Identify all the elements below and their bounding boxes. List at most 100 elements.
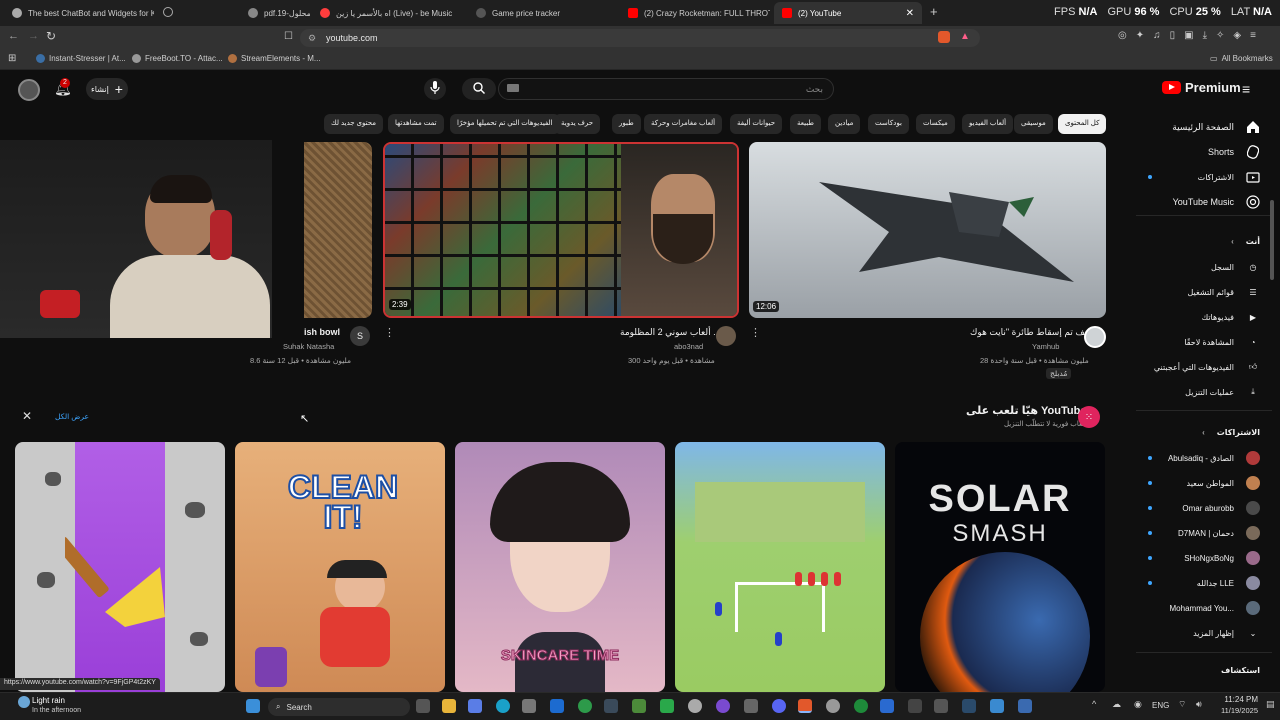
keyboard-icon[interactable] <box>507 84 519 92</box>
app-icon[interactable] <box>934 699 948 713</box>
edge-icon[interactable] <box>496 699 510 713</box>
app-icon[interactable] <box>990 699 1004 713</box>
search-input[interactable]: بحث <box>498 78 834 100</box>
reload-icon[interactable]: ↻ <box>46 29 56 43</box>
youtube-logo[interactable]: Premium <box>1162 80 1241 95</box>
channel-avatar[interactable] <box>716 326 736 346</box>
clock-time[interactable]: 11:24 PM <box>1218 695 1258 704</box>
notification-center-icon[interactable]: ▤ <box>1266 699 1275 710</box>
game-card[interactable]: CLEAN IT! <box>235 442 445 692</box>
sidebar-sub-item[interactable]: جدالله LLE <box>1197 571 1260 595</box>
discord-icon[interactable] <box>772 699 786 713</box>
sidebar-item-watch-later[interactable]: المشاهدة لاحقًا ◔ <box>1184 330 1260 354</box>
xbox-icon[interactable] <box>854 699 868 713</box>
chip[interactable]: حرف يدوية <box>554 114 601 134</box>
mail-icon[interactable] <box>550 699 564 713</box>
sidebar-sub-item[interactable]: SHoNgxBoNg <box>1184 546 1260 570</box>
site-info-icon[interactable]: ⚙ <box>308 29 316 47</box>
video-thumbnail[interactable] <box>304 142 372 318</box>
channel-avatar[interactable]: S <box>350 326 370 346</box>
chip[interactable]: ألعاب الفيديو <box>962 114 1014 134</box>
sidebar-item-home[interactable]: الصفحة الرئيسية <box>1172 115 1260 139</box>
back-icon[interactable]: ← <box>8 30 19 42</box>
tray-chevron-icon[interactable]: ^ <box>1092 699 1096 709</box>
wifi-icon[interactable]: ⌔ <box>1178 699 1186 710</box>
hamburger-menu-icon[interactable]: ≡ <box>1242 81 1250 97</box>
url-field[interactable]: ⚙ youtube.com <box>300 29 980 47</box>
bookmark-item[interactable]: FreeBoot.TO - Attac... <box>132 54 223 63</box>
sidebar-item-downloads[interactable]: عمليات التنزيل ⤓ <box>1185 380 1260 404</box>
brave-shield-icon[interactable] <box>938 31 950 43</box>
voice-search-button[interactable] <box>424 78 446 100</box>
chip[interactable]: بودكاست <box>868 114 909 134</box>
chip[interactable]: موسيقى <box>1014 114 1053 134</box>
channel-avatar[interactable] <box>1084 326 1106 348</box>
sidebar-toggle-icon[interactable]: ▯ <box>1170 30 1176 41</box>
sidebar-heading-subscriptions[interactable]: ‹ الاشتراكات <box>1202 420 1260 444</box>
sidebar-item-history[interactable]: السجل ◷ <box>1211 255 1260 279</box>
app-icon[interactable] <box>604 699 618 713</box>
forward-icon[interactable]: → <box>28 30 39 42</box>
menu-icon[interactable]: ≡ <box>1250 30 1256 41</box>
store-icon[interactable] <box>522 699 536 713</box>
sidebar-sub-item[interactable]: Abulsadiq - الصادق <box>1168 446 1260 470</box>
browser-tab[interactable]: Game price tracker <box>468 2 618 24</box>
app-icon[interactable] <box>688 699 702 713</box>
video-title[interactable]: ish bowl <box>304 327 340 337</box>
sidebar-scrollbar[interactable] <box>1270 200 1274 280</box>
chip[interactable]: ميكسات <box>916 114 955 134</box>
app-icon[interactable] <box>1018 699 1032 713</box>
browser-tab[interactable]: pdf.محلول-19 <box>240 2 310 24</box>
wallet-icon[interactable]: ▣ <box>1184 30 1193 41</box>
app-icon[interactable] <box>716 699 730 713</box>
chip[interactable]: تمت مشاهدتها <box>388 114 444 134</box>
search-button[interactable] <box>462 78 496 100</box>
app-icon[interactable] <box>826 699 840 713</box>
more-options-icon[interactable]: ⋮ <box>384 326 395 339</box>
close-tab-icon[interactable]: ✕ <box>906 8 914 19</box>
sidebar-sub-item[interactable]: Omar aburobb <box>1182 496 1260 520</box>
rewards-icon[interactable]: ▲ <box>960 31 970 42</box>
browser-tab[interactable]: اه بالأسمر يا زين (Live) - be Music <box>312 2 462 24</box>
avatar[interactable] <box>18 79 40 101</box>
new-tab-icon[interactable]: + <box>930 4 938 19</box>
sidebar-sub-item[interactable]: Mohammad You... <box>1170 596 1260 620</box>
sidebar-item-your-videos[interactable]: فيديوهاتك ▶ <box>1202 305 1260 329</box>
app-icon[interactable] <box>578 699 592 713</box>
chip[interactable]: الفيديوهات التي تم تحميلها مؤخرًا <box>450 114 560 134</box>
channel-name[interactable]: abo3nad <box>674 342 703 351</box>
sidebar-item-subscriptions[interactable]: الاشتراكات <box>1198 165 1260 189</box>
sidebar-heading-you[interactable]: ‹ أنت <box>1231 229 1260 253</box>
show-all-link[interactable]: عرض الكل <box>55 412 89 421</box>
chip[interactable]: ألعاب مغامرات وحركة <box>644 114 723 134</box>
video-title[interactable]: ألعاب سوني 2 المظلومة .. <box>620 327 718 338</box>
download-icon[interactable]: ⤓ <box>1203 30 1207 41</box>
sidebar-heading-explore[interactable]: استكشاف <box>1221 658 1260 682</box>
steam-icon[interactable] <box>962 699 976 713</box>
channel-name[interactable]: Suhak Natasha <box>283 342 334 351</box>
game-card[interactable]: SKINCARE TIME <box>455 442 665 692</box>
sidebar-item-shorts[interactable]: Shorts <box>1208 140 1260 164</box>
video-thumbnail[interactable]: 12:06 <box>749 142 1106 318</box>
extension-icon[interactable]: ◎ <box>1118 30 1127 41</box>
extension-icon[interactable]: ✧ <box>1216 30 1224 41</box>
network-icon[interactable]: ☁ <box>1112 699 1121 710</box>
browser-tab[interactable]: (2) Crazy Rocketman: FULL THROTTL <box>620 2 770 24</box>
app-icon[interactable] <box>880 699 894 713</box>
file-explorer-icon[interactable] <box>442 699 456 713</box>
app-icon[interactable] <box>744 699 758 713</box>
game-card[interactable] <box>15 442 225 692</box>
sidebar-sub-item[interactable]: D7MAN | دحمان <box>1178 521 1260 545</box>
tray-icon[interactable]: ◉ <box>1134 699 1142 710</box>
video-title[interactable]: كيف تم إسقاط طائرة "نايت هوك" <box>970 327 1095 338</box>
bookmark-star-icon[interactable]: ☐ <box>284 31 293 42</box>
vpn-icon[interactable]: ◈ <box>1233 30 1241 41</box>
bookmark-item[interactable]: Instant-Stresser | At... <box>36 54 126 63</box>
media-icon[interactable]: ♫ <box>1153 30 1161 41</box>
all-bookmarks[interactable]: ▭ All Bookmarks <box>1210 54 1273 63</box>
taskbar-search[interactable]: ⌕ Search <box>268 698 410 716</box>
language-indicator[interactable]: ENG <box>1152 701 1169 710</box>
show-more-button[interactable]: إظهار المزيد ⌄ <box>1193 621 1260 645</box>
chip[interactable]: طبيعة <box>790 114 821 134</box>
app-icon[interactable] <box>908 699 922 713</box>
